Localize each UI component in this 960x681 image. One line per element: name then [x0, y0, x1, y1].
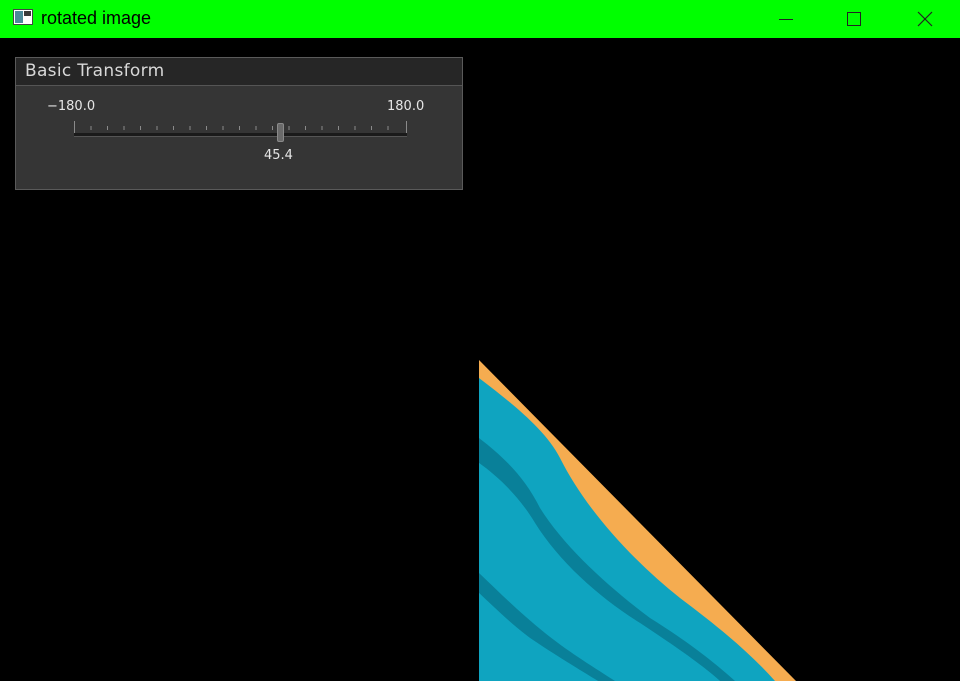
slider-value-label: 45.4: [264, 148, 293, 163]
close-icon: [917, 11, 933, 27]
basic-transform-panel: Basic Transform −180.0 180.0 45.4: [15, 57, 463, 190]
title-bar[interactable]: rotated image: [0, 0, 960, 38]
window-title: rotated image: [41, 8, 152, 28]
rotation-slider-track[interactable]: [74, 133, 407, 137]
close-button[interactable]: [902, 0, 948, 38]
minimize-button[interactable]: [763, 0, 809, 38]
panel-title: Basic Transform: [25, 61, 165, 81]
maximize-button[interactable]: [831, 0, 877, 38]
rotation-slider-handle[interactable]: [277, 123, 284, 142]
slider-min-label: −180.0: [47, 99, 96, 114]
maximize-icon: [847, 12, 861, 26]
image-window-icon: [13, 9, 33, 25]
minimize-icon: [779, 19, 793, 20]
app-window: rotated image Basic Transform −180.0 180…: [0, 0, 960, 681]
slider-max-label: 180.0: [387, 99, 425, 114]
panel-header[interactable]: Basic Transform: [16, 58, 462, 86]
